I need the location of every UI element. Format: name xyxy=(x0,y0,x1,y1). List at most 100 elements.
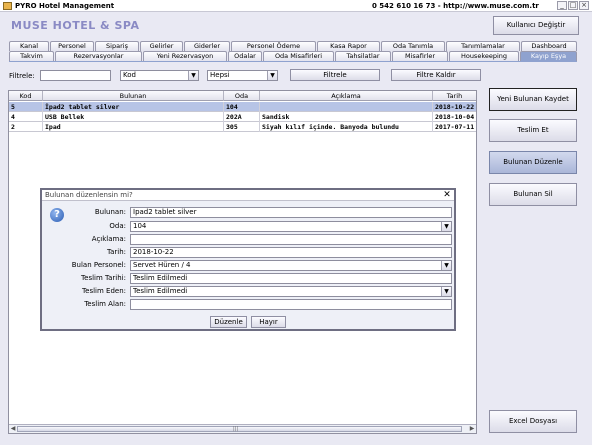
cell-kod: 5 xyxy=(9,102,43,112)
column-header-aciklama[interactable]: Açıklama xyxy=(260,91,433,101)
filter-status-value: Hepsi xyxy=(210,71,230,79)
chevron-down-icon[interactable]: ▼ xyxy=(441,222,451,231)
chevron-down-icon[interactable]: ▼ xyxy=(441,261,451,270)
close-window-icon[interactable]: × xyxy=(579,1,589,10)
cell-tarih: 2017-07-11 ... xyxy=(435,123,476,131)
column-header-kod[interactable]: Kod xyxy=(9,91,43,101)
cell-aciklama: Siyah kılıf içinde. Banyoda bulundu xyxy=(260,122,433,132)
clear-filter-button[interactable]: Filtre Kaldır xyxy=(391,69,481,81)
tab-kayip-esya[interactable]: Kayıp Eşya xyxy=(520,51,577,61)
tab-odalar[interactable]: Odalar xyxy=(228,51,262,61)
cell-tarih: 2018-10-04 ... xyxy=(435,113,476,121)
oda-value: 104 xyxy=(133,222,147,230)
filter-column-select[interactable]: Kod ▼ xyxy=(120,70,199,81)
edit-found-button[interactable]: Bulunan Düzenle xyxy=(489,151,577,174)
teslim-alan-label: Teslim Alan: xyxy=(84,300,126,308)
confirm-edit-button[interactable]: Düzenle xyxy=(210,316,247,328)
save-new-found-button[interactable]: Yeni Bulunan Kaydet xyxy=(489,88,577,111)
tab-giderler[interactable]: Giderler xyxy=(184,41,230,51)
bulunan-label: Bulunan: xyxy=(94,208,126,216)
scroll-left-icon[interactable]: ◀ xyxy=(9,425,17,433)
filter-status-select[interactable]: Hepsi ▼ xyxy=(207,70,278,81)
tab-tanimlamalar[interactable]: Tanımlamalar xyxy=(446,41,520,51)
tab-gelirler[interactable]: Gelirler xyxy=(140,41,183,51)
teslim-eden-select[interactable]: Teslim Edilmedi ▼ xyxy=(130,286,452,297)
tab-tahsilatlar[interactable]: Tahsilatlar xyxy=(335,51,391,61)
horizontal-scrollbar[interactable]: ◀ ||| ▶ xyxy=(9,424,476,433)
scrollbar-thumb[interactable]: ||| xyxy=(17,426,462,432)
tab-takvim[interactable]: Takvim xyxy=(9,51,54,61)
scrollbar-grip-icon: ||| xyxy=(233,426,239,432)
cell-tarih: 2018-10-22 ... xyxy=(435,103,476,111)
dialog-title: Bulunan düzenlensin mi? xyxy=(45,191,133,199)
cell-kod: 4 xyxy=(9,112,43,122)
dialog-titlebar: Bulunan düzenlensin mi? ✕ xyxy=(42,190,454,201)
tab-yeni-rezervasyon[interactable]: Yeni Rezervasyon xyxy=(143,51,227,61)
tab-kasa-rapor[interactable]: Kasa Rapor xyxy=(317,41,380,51)
chevron-down-icon[interactable]: ▼ xyxy=(267,71,277,80)
cell-aciklama xyxy=(260,102,433,112)
window-title: PYRO Hotel Management xyxy=(15,2,115,10)
app-icon xyxy=(3,2,12,10)
edit-confirm-dialog: Bulunan düzenlensin mi? ✕ ? Bulunan: İpa… xyxy=(40,188,456,331)
oda-label: Oda: xyxy=(109,222,126,230)
column-header-oda[interactable]: Oda xyxy=(224,91,260,101)
tab-divider xyxy=(9,61,577,62)
contact-info: 0 542 610 16 73 - http://www.muse.com.tr xyxy=(372,2,539,10)
close-icon[interactable]: ✕ xyxy=(442,190,452,201)
filter-text-input[interactable] xyxy=(40,70,111,81)
table-row[interactable]: 2 Ipad 305 Siyah kılıf içinde. Banyoda b… xyxy=(9,122,476,132)
bulunan-input[interactable]: İpad2 tablet silver xyxy=(130,207,452,218)
tab-personel[interactable]: Personel xyxy=(50,41,94,51)
tarih-input[interactable]: 2018-10-22 xyxy=(130,247,452,258)
bulan-personel-select[interactable]: Servet Hüren / 4 ▼ xyxy=(130,260,452,271)
maximize-icon[interactable]: □ xyxy=(568,1,578,10)
cancel-button[interactable]: Hayır xyxy=(251,316,286,328)
cell-oda: 305 xyxy=(224,122,260,132)
teslim-tarihi-label: Teslim Tarihi: xyxy=(81,274,126,282)
tab-housekeeping[interactable]: Housekeeping xyxy=(449,51,519,61)
cell-oda: 202A xyxy=(224,112,260,122)
change-user-button[interactable]: Kullanıcı Değiştir xyxy=(493,16,579,35)
teslim-eden-value: Teslim Edilmedi xyxy=(133,287,188,295)
cell-bulunan: Ipad xyxy=(43,122,224,132)
table-header: Kod Bulunan Oda Açıklama Tarih xyxy=(9,91,476,101)
tab-dashboard[interactable]: Dashboard xyxy=(521,41,577,51)
filter-label: Filtrele: xyxy=(9,72,35,80)
aciklama-label: Açıklama: xyxy=(91,235,126,243)
column-header-tarih[interactable]: Tarih xyxy=(433,91,476,101)
tab-personel-odeme[interactable]: Personel Ödeme xyxy=(231,41,316,51)
aciklama-input[interactable] xyxy=(130,234,452,245)
teslim-alan-input[interactable] xyxy=(130,299,452,310)
tab-oda-misafirleri[interactable]: Oda Misafirleri xyxy=(263,51,334,61)
excel-export-button[interactable]: Excel Dosyası xyxy=(489,410,577,433)
tab-siparis[interactable]: Sipariş xyxy=(95,41,139,51)
teslim-tarihi-input[interactable]: Teslim Edilmedi xyxy=(130,273,452,284)
filter-column-value: Kod xyxy=(123,71,136,79)
bulan-personel-value: Servet Hüren / 4 xyxy=(133,261,191,269)
table-row[interactable]: 5 İpad2 tablet silver 104 2018-10-22 ... xyxy=(9,102,476,112)
chevron-down-icon[interactable]: ▼ xyxy=(188,71,198,80)
minimize-icon[interactable]: _ xyxy=(557,1,567,10)
oda-select[interactable]: 104 ▼ xyxy=(130,221,452,232)
delete-found-button[interactable]: Bulunan Sil xyxy=(489,183,577,206)
cell-bulunan: İpad2 tablet silver xyxy=(43,102,224,112)
bulan-personel-label: Bulan Personel: xyxy=(71,261,126,269)
column-header-bulunan[interactable]: Bulunan xyxy=(43,91,224,101)
deliver-button[interactable]: Teslim Et xyxy=(489,119,577,142)
cell-kod: 2 xyxy=(9,122,43,132)
chevron-down-icon[interactable]: ▼ xyxy=(441,287,451,296)
table-row[interactable]: 4 USB Bellek 202A Sandisk 2018-10-04 ... xyxy=(9,112,476,122)
window-titlebar: PYRO Hotel Management 0 542 610 16 73 - … xyxy=(0,0,592,12)
cell-aciklama: Sandisk xyxy=(260,112,433,122)
cell-bulunan: USB Bellek xyxy=(43,112,224,122)
tab-misafirler[interactable]: Misafirler xyxy=(392,51,448,61)
filter-button[interactable]: Filtrele xyxy=(290,69,380,81)
cell-oda: 104 xyxy=(224,102,260,112)
tab-rezervasyonlar[interactable]: Rezervasyonlar xyxy=(55,51,142,61)
tab-kanal[interactable]: Kanal xyxy=(9,41,49,51)
scroll-right-icon[interactable]: ▶ xyxy=(468,425,476,433)
tab-oda-tanimla[interactable]: Oda Tanımla xyxy=(381,41,445,51)
hotel-name: MUSE HOTEL & SPA xyxy=(11,19,140,32)
tarih-label: Tarih: xyxy=(106,248,126,256)
